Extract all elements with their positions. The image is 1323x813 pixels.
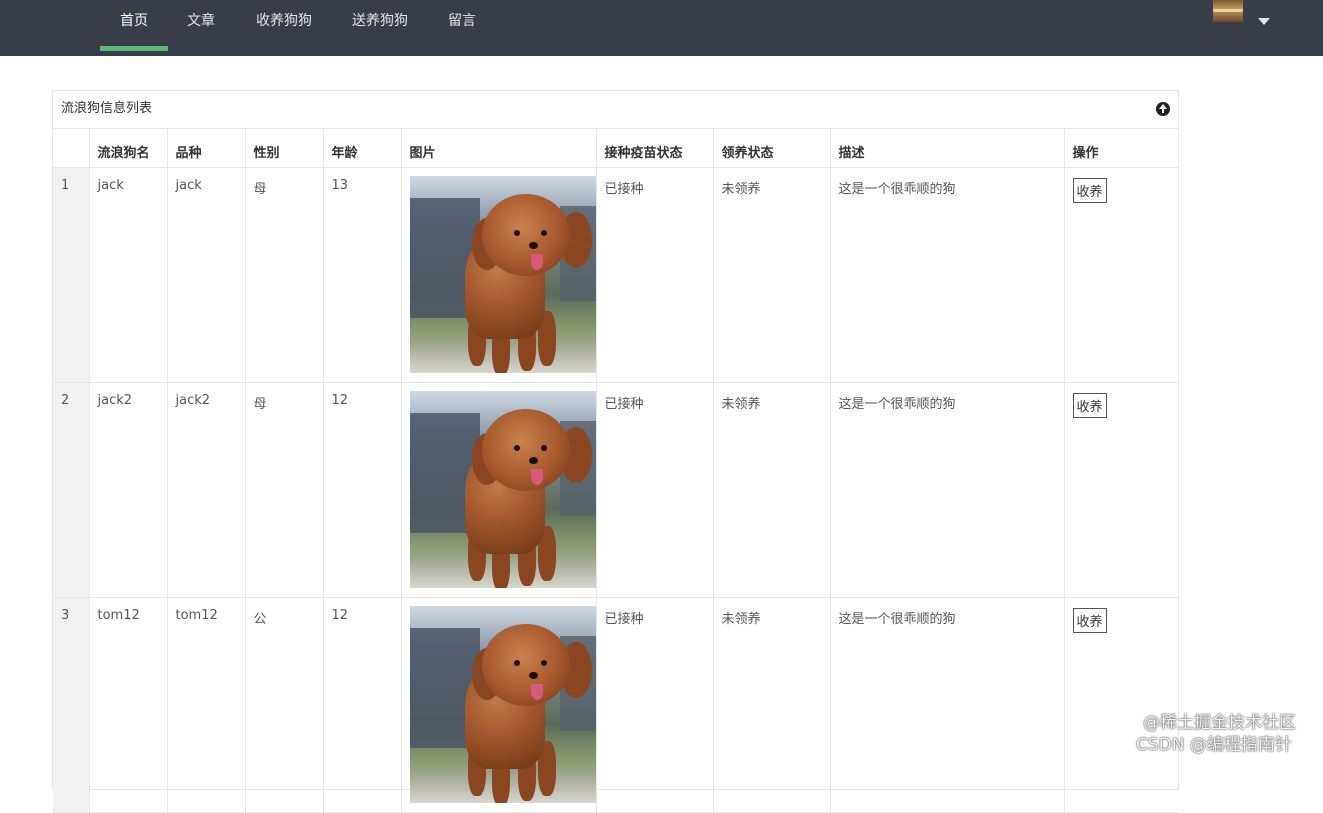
dog-name: jack2	[88, 381, 168, 598]
row-index: 2	[53, 381, 90, 598]
dog-description: 这是一个很乖顺的狗	[829, 381, 1065, 598]
watermark-line-2: CSDN @编程指南针	[1136, 735, 1292, 755]
adopt-status: 未领养	[712, 596, 831, 813]
table-header-row: 流浪狗名 品种 性别 年龄 图片 接种疫苗状态 领养状态 描述 操作	[53, 128, 1179, 168]
adopt-button[interactable]: 收养	[1072, 177, 1107, 203]
column-header-action: 操作	[1063, 128, 1179, 168]
panel-header: 流浪狗信息列表	[53, 91, 1178, 129]
dog-description: 这是一个很乖顺的狗	[829, 166, 1065, 383]
table-row: 2 jack2 jack2 母 12 已接种 未领养 这是一个很乖顺的狗 收养	[53, 381, 1179, 598]
dog-breed: tom12	[166, 596, 246, 813]
poodle-dog-photo	[409, 175, 595, 373]
arrow-up-circle-icon[interactable]	[1156, 102, 1170, 116]
table-row: 3 tom12 tom12 公 12 已接种 未领养 这是一个很乖顺的狗 收养	[53, 596, 1179, 813]
column-header-name: 流浪狗名	[88, 128, 168, 168]
vaccine-status: 已接种	[595, 381, 714, 598]
column-header-age: 年龄	[322, 128, 402, 168]
nav-item-messages[interactable]: 留言	[448, 0, 476, 56]
dog-photo-cell	[400, 166, 597, 383]
action-cell: 收养	[1063, 596, 1179, 813]
adopt-button[interactable]: 收养	[1072, 392, 1107, 418]
action-cell: 收养	[1063, 166, 1179, 383]
table-row: 1 jack jack 母 13 已接种 未领养 这是一个很乖顺的狗 收养	[53, 166, 1179, 383]
dog-age: 12	[322, 596, 402, 813]
dog-gender: 母	[244, 381, 324, 598]
user-avatar[interactable]	[1213, 0, 1243, 22]
column-header-description: 描述	[829, 128, 1065, 168]
dog-description: 这是一个很乖顺的狗	[829, 596, 1065, 813]
watermark-line-1: @稀土掘金技术社区	[1143, 713, 1296, 733]
column-header-adopt-status: 领养状态	[712, 128, 831, 168]
chevron-down-icon[interactable]	[1258, 18, 1270, 25]
poodle-dog-photo	[409, 390, 595, 588]
dog-gender: 母	[244, 166, 324, 383]
dog-age: 12	[322, 381, 402, 598]
dog-photo-cell	[400, 381, 597, 598]
column-header-gender: 性别	[244, 128, 324, 168]
adopt-status: 未领养	[712, 166, 831, 383]
nav-active-indicator	[100, 46, 168, 51]
vaccine-status: 已接种	[595, 596, 714, 813]
top-nav-bar: 首页 文章 收养狗狗 送养狗狗 留言	[0, 0, 1323, 56]
row-index: 1	[53, 166, 90, 383]
nav-item-articles[interactable]: 文章	[187, 0, 215, 56]
dog-name: tom12	[88, 596, 168, 813]
column-header-index	[53, 128, 90, 168]
dog-breed: jack2	[166, 381, 246, 598]
nav-item-rehome-dogs[interactable]: 送养狗狗	[352, 0, 408, 56]
dog-table: 流浪狗名 品种 性别 年龄 图片 接种疫苗状态 领养状态 描述 操作 1 jac…	[53, 128, 1179, 813]
dog-breed: jack	[166, 166, 246, 383]
adopt-status: 未领养	[712, 381, 831, 598]
dog-name: jack	[88, 166, 168, 383]
adopt-button[interactable]: 收养	[1072, 607, 1107, 633]
column-header-vaccine: 接种疫苗状态	[595, 128, 714, 168]
vaccine-status: 已接种	[595, 166, 714, 383]
watermark: @稀土掘金技术社区 CSDN @编程指南针	[1136, 712, 1296, 756]
action-cell: 收养	[1063, 381, 1179, 598]
nav-item-adopt-dogs[interactable]: 收养狗狗	[256, 0, 312, 56]
panel-title: 流浪狗信息列表	[61, 101, 153, 116]
column-header-photo: 图片	[400, 128, 597, 168]
column-header-breed: 品种	[166, 128, 246, 168]
poodle-dog-photo	[409, 605, 595, 803]
dog-list-panel: 流浪狗信息列表 流浪狗名 品种 性别 年龄 图片 接种疫苗状态 领养状态 描述 …	[52, 90, 1179, 813]
row-index: 3	[53, 596, 90, 813]
dog-age: 13	[322, 166, 402, 383]
dog-photo-cell	[400, 596, 597, 813]
dog-gender: 公	[244, 596, 324, 813]
